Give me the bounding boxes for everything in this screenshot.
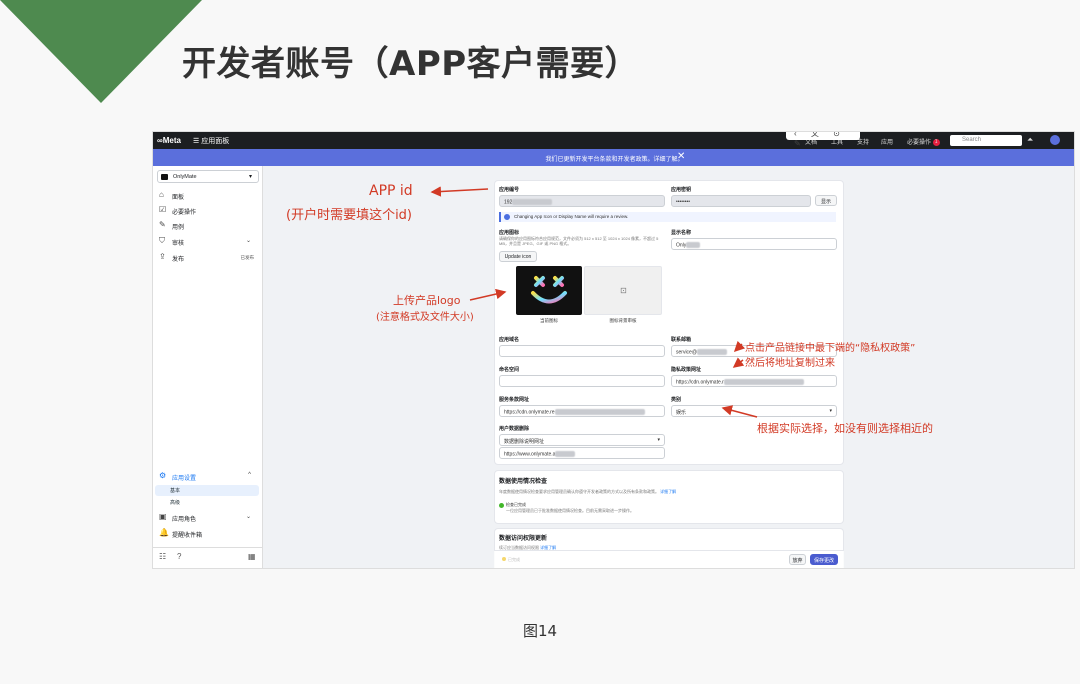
arrow-to-app-icon bbox=[469, 288, 507, 301]
figure-caption: 图14 bbox=[522, 622, 558, 640]
arrow-to-category bbox=[721, 405, 758, 418]
arrow-to-privacy-url bbox=[732, 357, 745, 368]
arrow-to-app-id bbox=[430, 186, 489, 197]
annotation-arrows bbox=[430, 186, 758, 418]
arrow-to-contact-email bbox=[733, 340, 746, 353]
